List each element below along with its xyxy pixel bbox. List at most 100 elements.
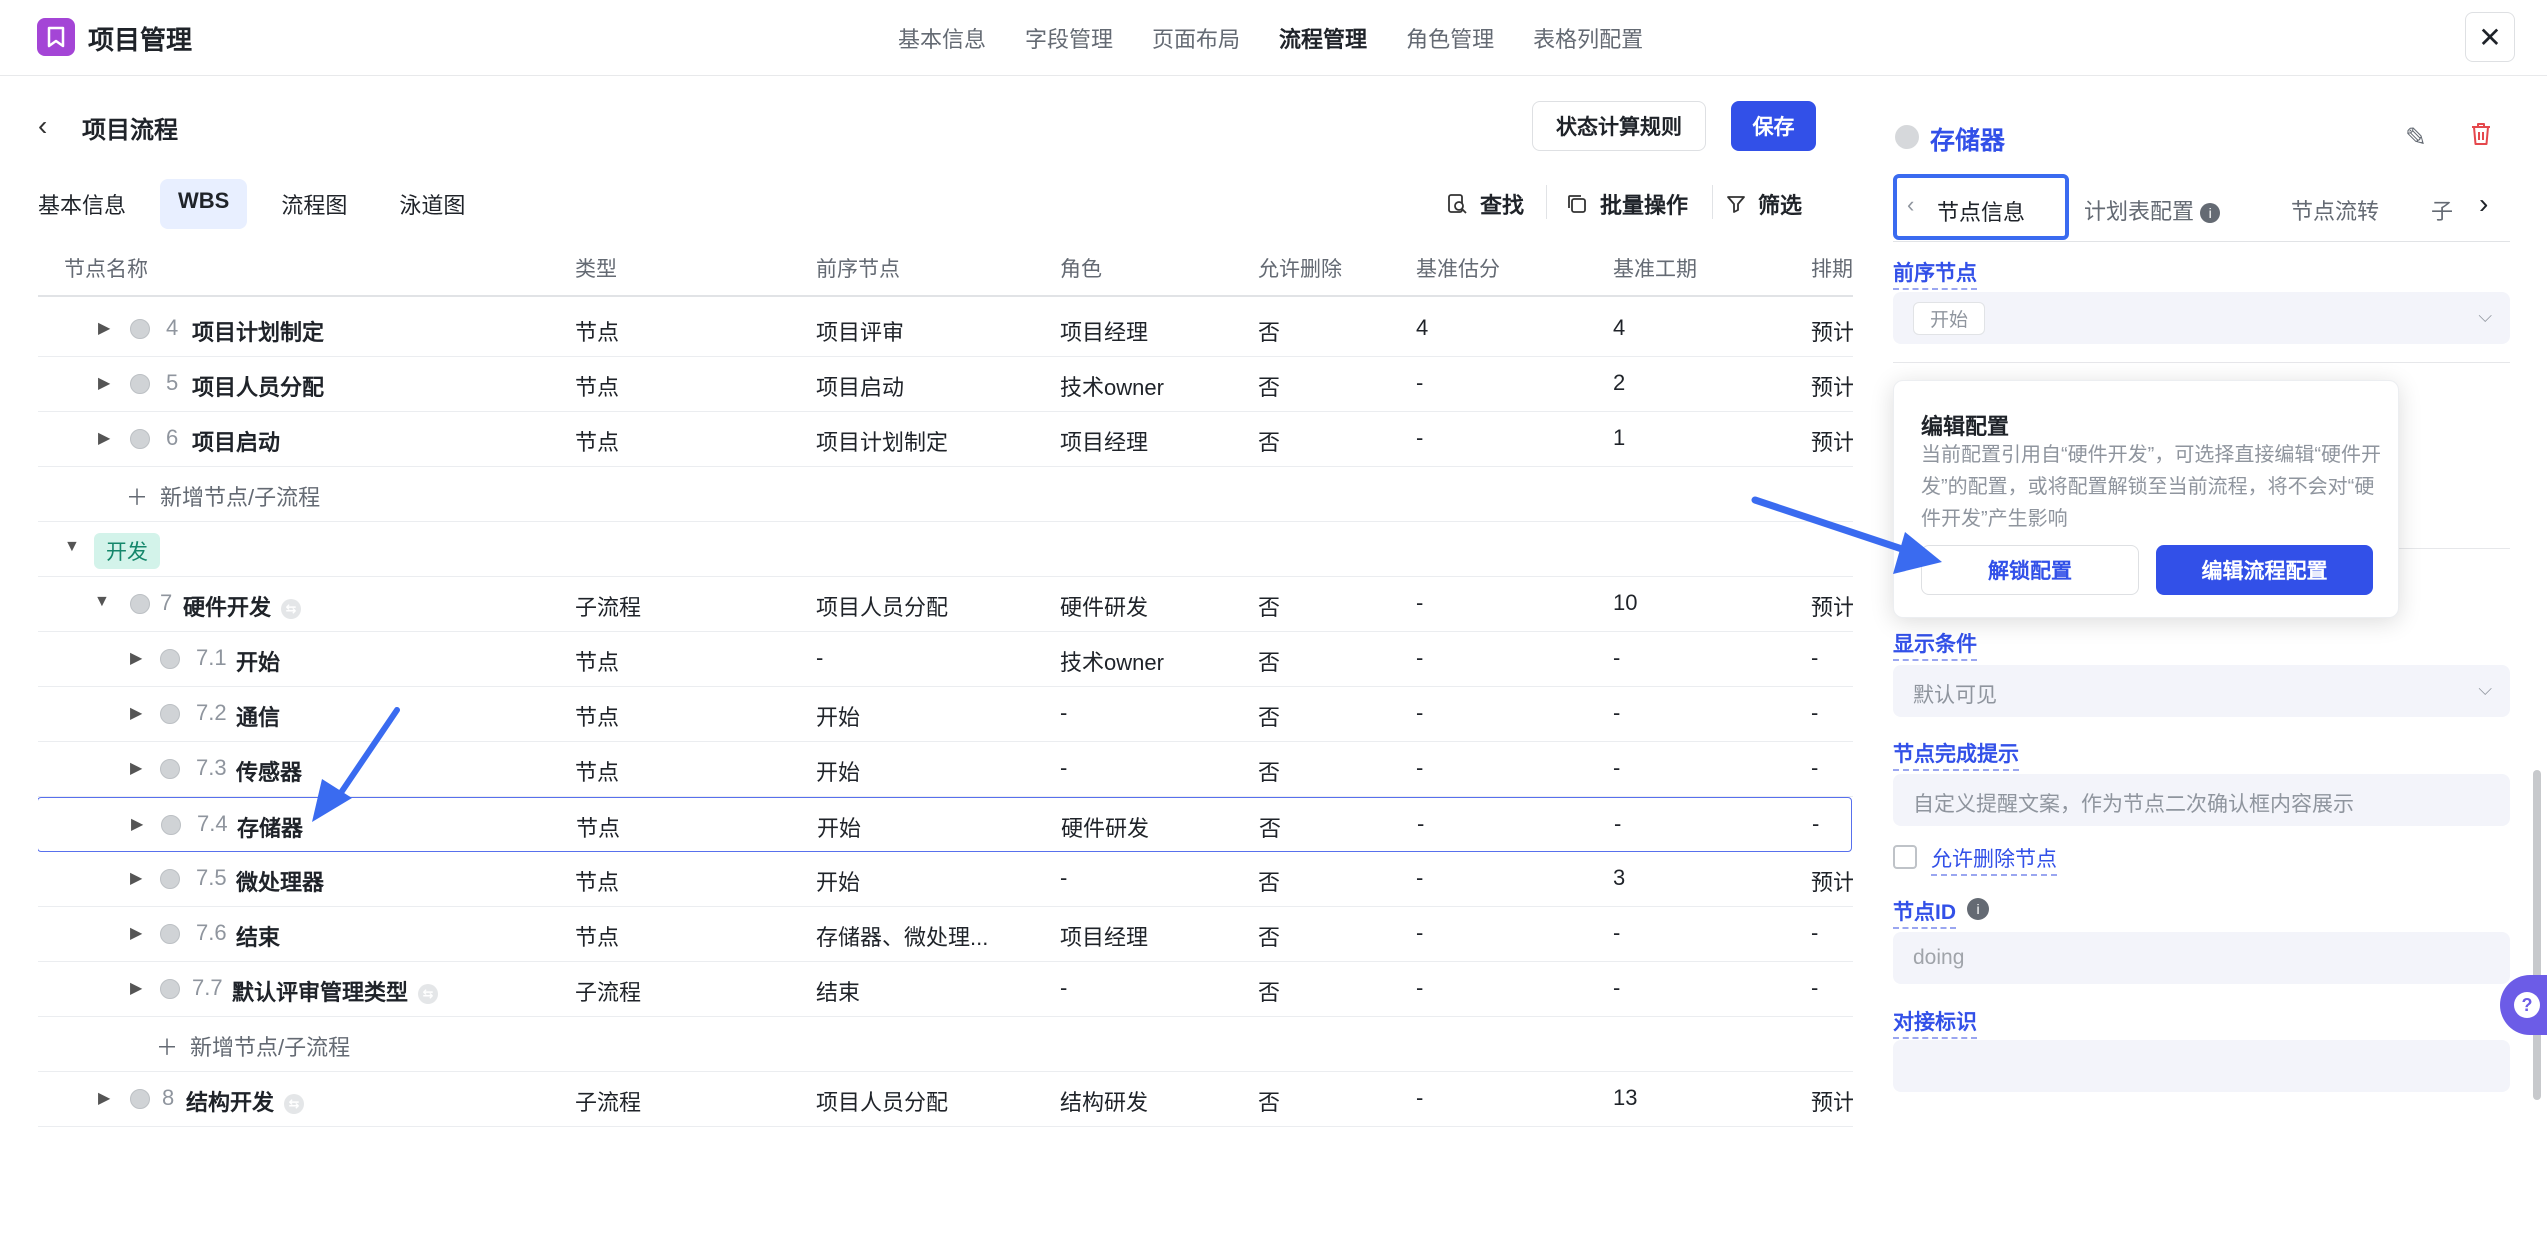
cell-predecessor: 项目计划制定 [816,430,949,455]
caret-right-icon[interactable]: ▶ [98,373,110,393]
find-button[interactable]: 查找 [1446,188,1524,220]
table-row[interactable]: ▶ 6 项目启动 节点 项目计划制定 项目经理 否 - 1 预计 [38,412,1853,467]
close-button[interactable]: ✕ [2465,12,2515,62]
node-name[interactable]: 项目启动 [192,425,280,457]
table-row[interactable]: ▶ 7.5 微处理器 节点 开始 - 否 - 3 预计 [38,852,1853,907]
node-name[interactable]: 微处理器 [236,865,324,897]
caret-right-icon[interactable]: ▶ [130,868,142,888]
table-row[interactable]: ▼ 7 硬件开发 ⇆ 子流程 项目人员分配 硬件研发 否 - 10 预计 [38,577,1853,632]
nav-role-management[interactable]: 角色管理 [1406,22,1494,54]
caret-right-icon[interactable]: ▶ [130,923,142,943]
status-rule-button[interactable]: 状态计算规则 [1532,101,1706,151]
table-row-selected[interactable]: ▶ 7.4 存储器 节点 开始 硬件研发 否 - - - [38,797,1852,852]
table-row[interactable]: ▶ 5 项目人员分配 节点 项目启动 技术owner 否 - 2 预计 [38,357,1853,412]
caret-right-icon[interactable]: ▶ [130,648,142,668]
find-icon [1448,194,1467,214]
col-type[interactable]: 类型 [575,253,617,283]
col-schedule[interactable]: 排期 [1811,253,1853,283]
nav-page-layout[interactable]: 页面布局 [1152,22,1240,54]
node-name[interactable]: 默认评审管理类型 ⇆ [232,975,439,1007]
save-button[interactable]: 保存 [1731,101,1816,151]
tab-basic-info[interactable]: 基本信息 [20,179,144,229]
table-row[interactable]: ▶ 7.3 传感器 节点 开始 - 否 - - - [38,742,1853,797]
tab-sub[interactable]: 子 [2431,194,2453,226]
docking-input[interactable] [1893,1040,2510,1092]
add-node-row[interactable]: ＋ 新增节点/子流程 [38,1017,1853,1072]
caret-right-icon[interactable]: ▶ [130,703,142,723]
caret-right-icon[interactable]: ▶ [98,318,110,338]
pre-node-select[interactable]: 开始 ⌵ [1893,292,2510,344]
edit-process-config-button[interactable]: 编辑流程配置 [2156,545,2373,595]
caret-right-icon[interactable]: ▶ [98,1088,110,1108]
cell-schedule: 预计 [1811,1090,1853,1115]
node-name[interactable]: 结构开发 ⇆ [186,1085,305,1117]
caret-right-icon[interactable]: ▶ [130,978,142,998]
row-number: 7.3 [196,755,227,780]
nav-process-management[interactable]: 流程管理 [1279,22,1367,54]
node-name[interactable]: 通信 [236,700,280,732]
nav-table-columns[interactable]: 表格列配置 [1533,22,1643,54]
caret-right-icon[interactable]: ▶ [130,758,142,778]
table-row[interactable]: ▶ 8 结构开发 ⇆ 子流程 项目人员分配 结构研发 否 - 13 预计 [38,1072,1853,1127]
cell-role: 结构研发 [1060,1090,1149,1115]
complete-tip-input[interactable]: 自定义提醒文案，作为节点二次确认框内容展示 [1893,774,2510,826]
allow-delete-checkbox[interactable] [1893,845,1917,869]
caret-right-icon[interactable]: ▶ [131,814,143,834]
cell-type: 节点 [575,760,620,785]
node-name[interactable]: 硬件开发 ⇆ [183,590,302,622]
node-name[interactable]: 项目计划制定 [192,315,324,347]
node-name[interactable]: 项目人员分配 [192,370,324,402]
node-name[interactable]: 传感器 [236,755,302,787]
display-condition-select[interactable]: 默认可见 ⌵ [1893,665,2510,717]
col-predecessor[interactable]: 前序节点 [816,253,900,283]
table-row[interactable]: ▶ 7.1 开始 节点 - 技术owner 否 - - - [38,632,1853,687]
add-node-row[interactable]: ＋ 新增节点/子流程 [38,467,1853,522]
back-icon[interactable]: ‹ [38,110,47,142]
table-row[interactable]: ▶ 4 项目计划制定 节点 项目评审 项目经理 否 4 4 预计 [38,302,1853,357]
chevron-down-icon: ⌵ [2478,306,2492,326]
add-node-label[interactable]: 新增节点/子流程 [160,480,320,512]
col-baseline-duration[interactable]: 基准工期 [1613,253,1697,283]
col-allow-delete[interactable]: 允许删除 [1258,253,1342,283]
tab-node-flow[interactable]: 节点流转 [2291,194,2379,226]
add-node-label[interactable]: 新增节点/子流程 [190,1030,350,1062]
node-status-icon [1895,125,1919,149]
help-button[interactable]: ? [2500,975,2547,1035]
close-icon: ✕ [2478,21,2502,53]
cell-type: 节点 [575,430,620,455]
trash-icon[interactable] [2470,122,2492,153]
cell-predecessor: 项目人员分配 [816,595,949,620]
table-row[interactable]: ▶ 7.7 默认评审管理类型 ⇆ 子流程 结束 - 否 - - - [38,962,1853,1017]
node-id-input[interactable]: doing [1893,932,2510,984]
chevron-right-icon[interactable]: › [2479,188,2488,220]
tab-node-info[interactable]: ‹ 节点信息 [1893,174,2069,240]
tab-flowchart[interactable]: 流程图 [263,179,365,229]
scrollbar[interactable] [2533,770,2541,1100]
tab-plan-config[interactable]: 计划表配置 i [2084,194,2221,226]
node-name[interactable]: 存储器 [237,811,303,843]
filter-button[interactable]: 筛选 [1726,188,1802,220]
batch-button[interactable]: 批量操作 [1566,188,1688,220]
col-role[interactable]: 角色 [1060,253,1102,283]
caret-down-icon[interactable]: ▼ [64,538,80,556]
group-row-dev[interactable]: ▼ 开发 [38,522,1853,577]
col-node-name[interactable]: 节点名称 [64,253,148,283]
caret-down-icon[interactable]: ▼ [94,593,110,611]
table-row[interactable]: ▶ 7.6 结束 节点 存储器、微处理... 项目经理 否 - - - [38,907,1853,962]
allow-delete-label[interactable]: 允许删除节点 [1931,843,2057,876]
tab-wbs[interactable]: WBS [160,179,248,229]
tab-swimlane[interactable]: 泳道图 [381,179,483,229]
caret-right-icon[interactable]: ▶ [98,428,110,448]
col-baseline-estimate[interactable]: 基准估分 [1416,253,1500,283]
nav-basic-info[interactable]: 基本信息 [898,22,986,54]
edit-icon[interactable]: ✎ [2405,122,2427,153]
cell-allow-delete: 否 [1258,705,1281,730]
unlock-config-button[interactable]: 解锁配置 [1921,545,2139,595]
table-row[interactable]: ▶ 7.2 通信 节点 开始 - 否 - - - [38,687,1853,742]
node-name[interactable]: 开始 [236,645,280,677]
nav-field-management[interactable]: 字段管理 [1025,22,1113,54]
cell-estimate: - [1416,425,1424,450]
cell-type: 节点 [575,650,620,675]
chevron-left-icon[interactable]: ‹ [1907,192,1914,218]
node-name[interactable]: 结束 [236,920,280,952]
